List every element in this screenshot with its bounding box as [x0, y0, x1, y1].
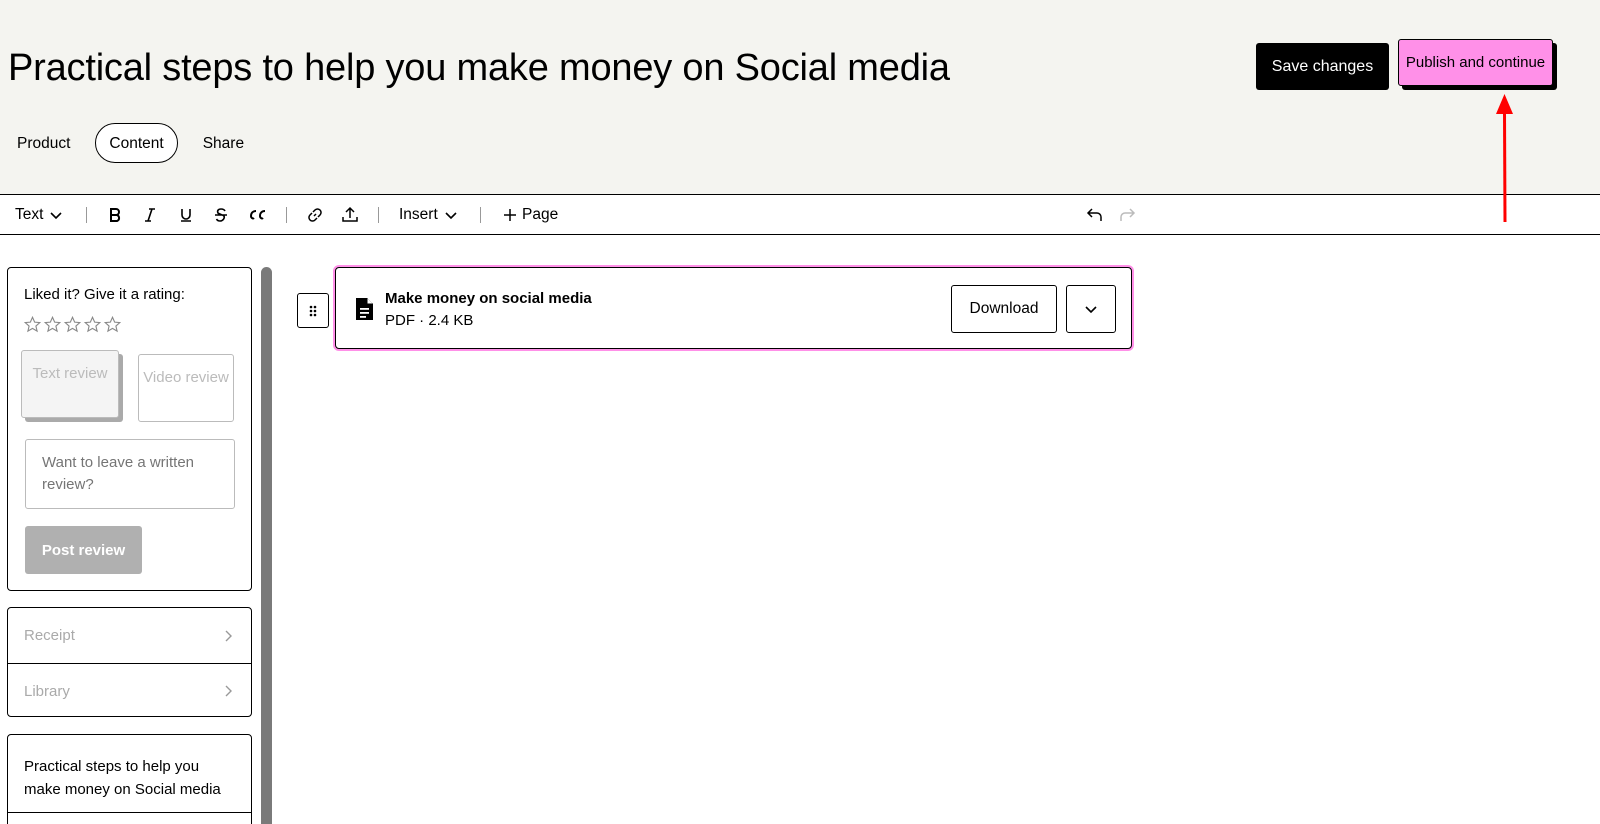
- page-title: Practical steps to help you make money o…: [8, 47, 950, 89]
- rating-label: Liked it? Give it a rating:: [24, 286, 185, 303]
- text-review-button[interactable]: Text review: [21, 350, 119, 418]
- bold-button[interactable]: [107, 195, 123, 235]
- file-options-button[interactable]: [1066, 285, 1116, 333]
- star-icon[interactable]: [84, 316, 101, 333]
- toolbar-separator: [86, 207, 87, 223]
- toc-page-title[interactable]: Practical steps to help you make money o…: [24, 755, 239, 801]
- tab-content[interactable]: Content: [95, 123, 178, 163]
- link-button[interactable]: [306, 195, 324, 235]
- rating-card: Liked it? Give it a rating: Text review …: [7, 267, 252, 591]
- star-icon[interactable]: [44, 316, 61, 333]
- tab-share[interactable]: Share: [186, 123, 261, 163]
- chevron-down-icon: [445, 212, 457, 220]
- add-page-button[interactable]: Page: [502, 195, 558, 235]
- italic-button[interactable]: [142, 195, 158, 235]
- strikethrough-icon: [215, 208, 227, 222]
- product-header: Practical steps to help you make money o…: [0, 0, 1600, 195]
- underline-icon: [181, 209, 191, 222]
- editor-toolbar: Text Insert Page: [0, 195, 1600, 235]
- star-icon[interactable]: [104, 316, 121, 333]
- tab-product[interactable]: Product: [0, 123, 87, 163]
- video-review-button[interactable]: Video review: [138, 354, 234, 422]
- quote-button[interactable]: [248, 195, 268, 235]
- file-name: Make money on social media: [385, 290, 592, 307]
- chevron-down-icon: [50, 212, 63, 220]
- toolbar-separator: [286, 207, 287, 223]
- drag-handle-icon: [309, 305, 317, 316]
- underline-button[interactable]: [178, 195, 194, 235]
- toc-divider: [8, 812, 251, 813]
- publish-and-continue-button[interactable]: Publish and continue: [1398, 39, 1553, 86]
- library-label: Library: [24, 682, 70, 700]
- written-review-input[interactable]: [25, 439, 235, 509]
- table-of-contents-card: Practical steps to help you make money o…: [7, 734, 252, 824]
- upload-icon: [342, 206, 358, 222]
- chevron-right-icon: [225, 685, 232, 697]
- file-embed[interactable]: Make money on social media PDF · 2.4 KB …: [335, 267, 1132, 349]
- redo-button[interactable]: [1118, 195, 1136, 235]
- receipt-link[interactable]: Receipt: [8, 608, 251, 663]
- plus-icon: [504, 209, 516, 221]
- file-document-icon: [356, 298, 373, 320]
- quote-icon: [249, 210, 266, 220]
- star-rating: [24, 316, 121, 333]
- toolbar-separator: [480, 207, 481, 223]
- text-style-label: Text: [15, 206, 44, 223]
- redo-icon: [1120, 208, 1136, 221]
- star-icon[interactable]: [64, 316, 81, 333]
- annotation-arrow: [1496, 94, 1513, 223]
- product-tabs: Product Content Share: [0, 122, 261, 164]
- receipt-label: Receipt: [24, 627, 75, 644]
- download-button[interactable]: Download: [951, 285, 1057, 333]
- bold-icon: [110, 208, 121, 222]
- library-link[interactable]: Library: [8, 663, 251, 718]
- save-changes-button[interactable]: Save changes: [1256, 43, 1389, 90]
- drag-handle[interactable]: [297, 293, 329, 328]
- italic-icon: [145, 208, 155, 222]
- insert-label: Insert: [399, 206, 438, 223]
- insert-dropdown[interactable]: Insert: [399, 195, 460, 235]
- publish-button-wrapper: Publish and continue: [1398, 39, 1557, 90]
- undo-button[interactable]: [1086, 195, 1104, 235]
- undo-icon: [1086, 208, 1102, 221]
- links-card: Receipt Library: [7, 607, 252, 717]
- strikethrough-button[interactable]: [213, 195, 229, 235]
- star-icon[interactable]: [24, 316, 41, 333]
- link-icon: [308, 208, 322, 222]
- text-style-dropdown[interactable]: Text: [15, 195, 65, 235]
- upload-button[interactable]: [341, 195, 359, 235]
- chevron-down-icon: [1085, 306, 1097, 314]
- toolbar-separator: [378, 207, 379, 223]
- chevron-right-icon: [225, 630, 232, 641]
- file-meta: PDF · 2.4 KB: [385, 312, 474, 329]
- post-review-button[interactable]: Post review: [25, 526, 142, 574]
- add-page-label: Page: [522, 206, 559, 223]
- sidebar-scrollbar[interactable]: [261, 267, 272, 824]
